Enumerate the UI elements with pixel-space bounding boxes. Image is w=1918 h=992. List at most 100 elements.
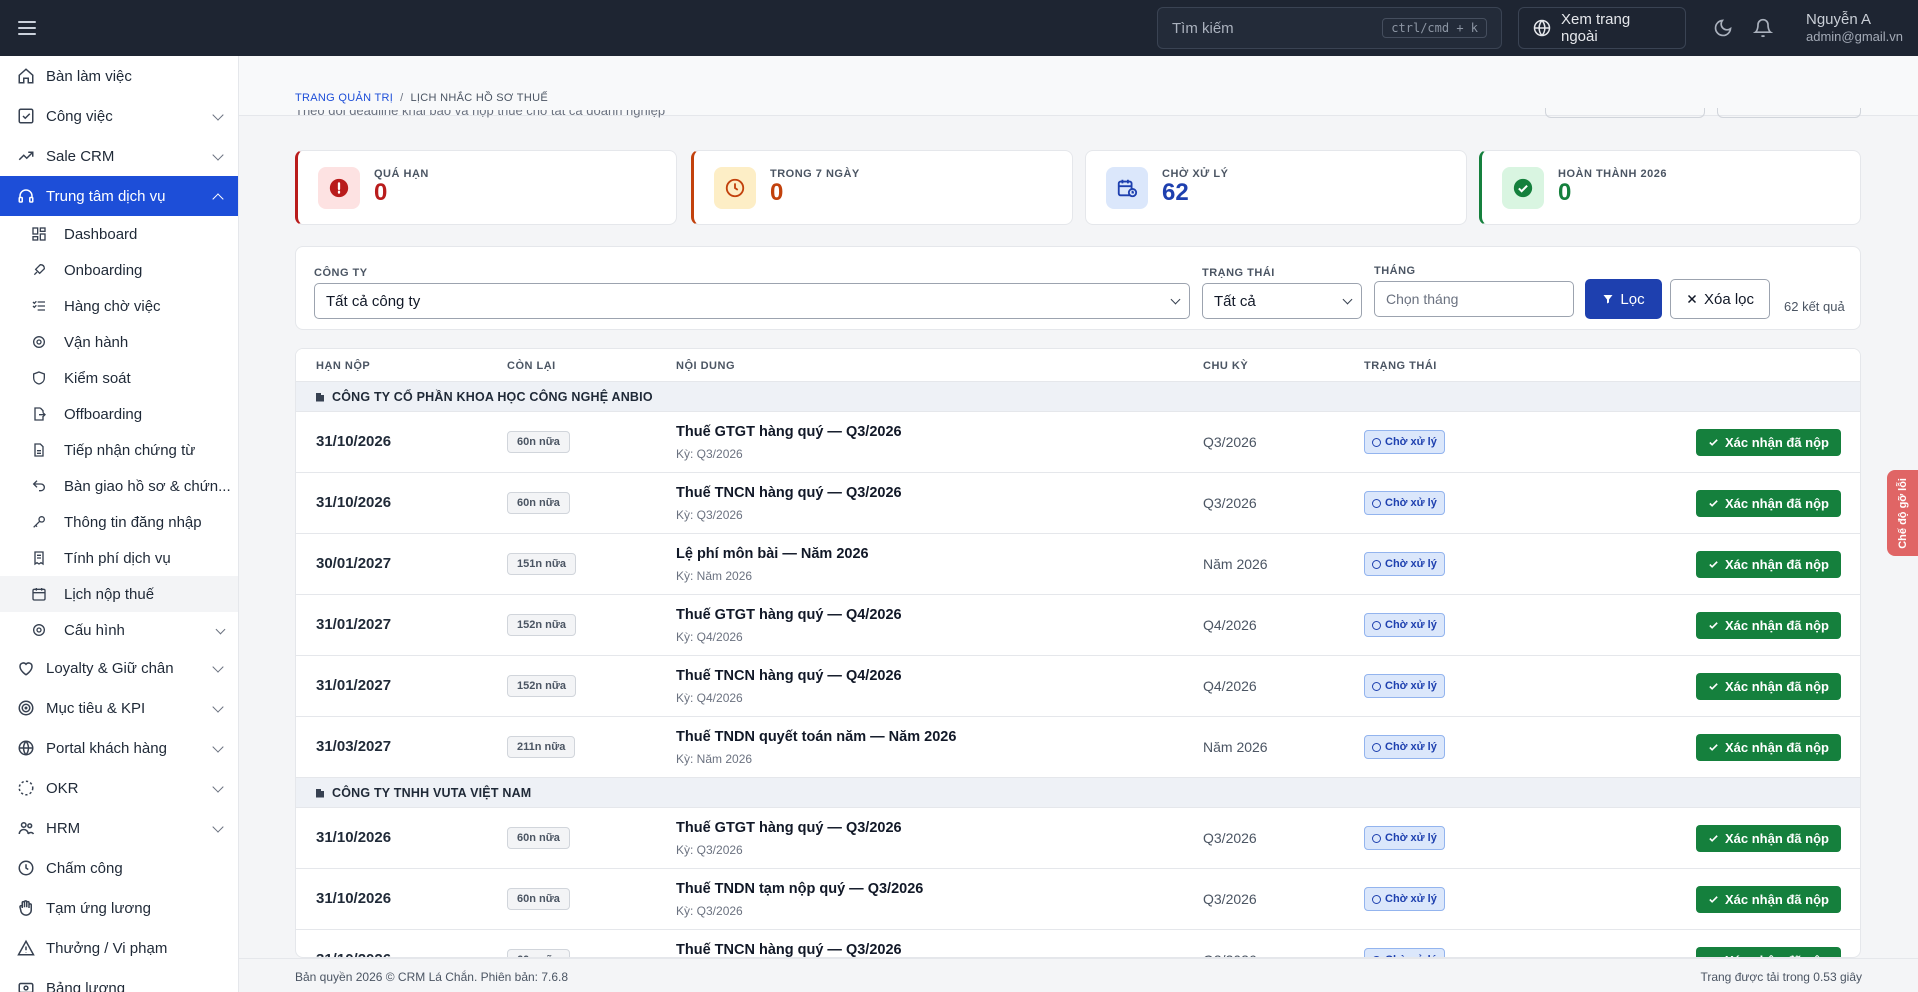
view-site-button[interactable]: Xem trang ngoài [1518, 7, 1686, 49]
sidebar-sub-offboarding[interactable]: Offboarding [0, 396, 238, 432]
tax-period-note: Kỳ: Q3/2026 [676, 904, 743, 918]
bell-icon[interactable] [1753, 18, 1773, 38]
column-header[interactable]: Còn lại [507, 360, 556, 372]
confirm-submitted-button[interactable]: Xác nhận đã nộp [1696, 612, 1841, 639]
sidebar-sub-operations[interactable]: Vận hành [0, 324, 238, 360]
company-select[interactable]: Tất cả công ty [314, 283, 1190, 319]
column-header[interactable]: Chu kỳ [1203, 360, 1248, 372]
remaining-badge: 60n nữa [507, 949, 570, 957]
tax-title: Thuế TNDN tạm nộp quý — Q3/2026 [676, 881, 924, 897]
check-icon [1709, 683, 1718, 690]
sidebar-item-kpi[interactable]: Mục tiêu & KPI [0, 688, 238, 728]
due-date: 31/03/2027 [316, 738, 392, 755]
sidebar-sub-label: Hàng chờ việc [64, 297, 161, 315]
confirm-submitted-button[interactable]: Xác nhận đã nộp [1696, 429, 1841, 456]
status-text: Chờ xử lý [1385, 558, 1437, 570]
status-text: Chờ xử lý [1385, 741, 1437, 753]
confirm-submitted-button[interactable]: Xác nhận đã nộp [1696, 947, 1841, 957]
status-text: Chờ xử lý [1385, 832, 1437, 844]
sidebar-sub-login-info[interactable]: Thông tin đăng nhập [0, 504, 238, 540]
filter-button[interactable]: Lọc [1585, 279, 1662, 319]
remaining-badge: 60n nữa [507, 492, 570, 514]
status-text: Chờ xử lý [1385, 893, 1437, 905]
confirm-submitted-button[interactable]: Xác nhận đã nộp [1696, 886, 1841, 913]
sidebar-item-label: Mục tiêu & KPI [46, 699, 146, 717]
sidebar-sub-label: Bàn giao hồ sơ & chứn... [64, 477, 231, 495]
confirm-submitted-button[interactable]: Xác nhận đã nộp [1696, 551, 1841, 578]
sidebar-item-label: Công việc [46, 107, 113, 125]
clear-filter-button[interactable]: Xóa lọc [1670, 279, 1770, 319]
confirm-label: Xác nhận đã nộp [1724, 892, 1829, 907]
menu-icon[interactable] [18, 18, 36, 38]
undo-icon [30, 477, 48, 495]
confirm-submitted-button[interactable]: Xác nhận đã nộp [1696, 734, 1841, 761]
search-input[interactable]: Tìm kiếm ctrl/cmd + k [1157, 7, 1502, 49]
column-header[interactable]: Nội dung [676, 360, 735, 372]
header-action-button[interactable] [1717, 108, 1861, 118]
status-badge: Chờ xử lý [1364, 948, 1445, 957]
confirm-submitted-button[interactable]: Xác nhận đã nộp [1696, 490, 1841, 517]
sidebar-sub-config[interactable]: Cấu hình [0, 612, 238, 648]
confirm-label: Xác nhận đã nộp [1724, 831, 1829, 846]
sidebar-sub-onboarding[interactable]: Onboarding [0, 252, 238, 288]
sidebar-item-loyalty[interactable]: Loyalty & Giữ chân [0, 648, 238, 688]
header-action-button[interactable] [1545, 108, 1705, 118]
stat-label: Trong 7 ngày [770, 168, 860, 181]
calendar-clock-icon [1106, 166, 1148, 209]
sidebar-item-okr[interactable]: OKR [0, 768, 238, 808]
sidebar-sub-billing[interactable]: Tính phí dịch vụ [0, 540, 238, 576]
status-select-value: Tất cả [1214, 292, 1256, 310]
sidebar-item-sale-crm[interactable]: Sale CRM [0, 136, 238, 176]
filter-panel: Công ty Tất cả công ty Trạng thái Tất cả… [295, 246, 1861, 330]
sidebar-item-attendance[interactable]: Chấm công [0, 848, 238, 888]
company-group-row: CÔNG TY CỔ PHẦN KHOA HỌC CÔNG NGHỆ ANBIO [296, 382, 1860, 412]
tax-title: Lệ phí môn bài — Năm 2026 [676, 546, 869, 562]
tax-period-note: Kỳ: Q3/2026 [676, 508, 743, 522]
confirm-submitted-button[interactable]: Xác nhận đã nộp [1696, 673, 1841, 700]
sidebar-sub-handover[interactable]: Bàn giao hồ sơ & chứn... [0, 468, 238, 504]
key-icon [30, 513, 48, 531]
sidebar-item-label: Bảng lương [46, 979, 126, 992]
sidebar-item-tasks[interactable]: Công việc [0, 96, 238, 136]
user-menu[interactable]: Nguyễn A admin@gmail.vn [1806, 11, 1903, 45]
sidebar-sub-queue[interactable]: Hàng chờ việc [0, 288, 238, 324]
column-header[interactable]: Trạng thái [1364, 360, 1437, 372]
stat-card-pending: Chờ xử lý 62 [1085, 150, 1467, 225]
debug-mode-tab[interactable]: Chế độ gỡ lỗi [1887, 470, 1918, 556]
sidebar-item-payroll[interactable]: Bảng lương [0, 968, 238, 992]
confirm-label: Xác nhận đã nộp [1724, 740, 1829, 755]
sidebar-item-rewards[interactable]: Thưởng / Vi phạm [0, 928, 238, 968]
sidebar-item-service-center[interactable]: Trung tâm dịch vụ [0, 176, 238, 216]
chevron-down-icon [1342, 294, 1353, 305]
globe-icon [1533, 19, 1551, 37]
month-input[interactable]: Chọn tháng [1374, 281, 1574, 317]
sidebar-item-salary-advance[interactable]: Tạm ứng lương [0, 888, 238, 928]
status-select[interactable]: Tất cả [1202, 283, 1362, 319]
sidebar-sub-dashboard[interactable]: Dashboard [0, 216, 238, 252]
close-icon [1687, 294, 1696, 304]
stat-value: 0 [374, 179, 388, 207]
sidebar-item-portal[interactable]: Portal khách hàng [0, 728, 238, 768]
pending-icon [1372, 559, 1381, 569]
filter-button-label: Lọc [1620, 290, 1645, 308]
status-badge: Chờ xử lý [1364, 887, 1445, 911]
sidebar-item-workspace[interactable]: Bàn làm việc [0, 56, 238, 96]
confirm-label: Xác nhận đã nộp [1724, 435, 1829, 450]
status-text: Chờ xử lý [1385, 497, 1437, 509]
column-header[interactable]: Hạn nộp [316, 360, 370, 372]
company-name: CÔNG TY CỔ PHẦN KHOA HỌC CÔNG NGHỆ ANBIO [332, 389, 653, 404]
sidebar-sub-label: Offboarding [64, 405, 143, 423]
sidebar-item-hrm[interactable]: HRM [0, 808, 238, 848]
table-row: 31/10/2026 60n nữa Thuế TNDN tạm nộp quý —… [296, 869, 1860, 930]
stat-card-week: Trong 7 ngày 0 [691, 150, 1073, 225]
status-badge: Chờ xử lý [1364, 735, 1445, 759]
list-check-icon [30, 297, 48, 315]
sidebar-sub-documents[interactable]: Tiếp nhận chứng từ [0, 432, 238, 468]
breadcrumb-link[interactable]: Trang quản trị [295, 92, 393, 104]
calendar-icon [30, 585, 48, 603]
sidebar-sub-control[interactable]: Kiểm soát [0, 360, 238, 396]
sidebar-sub-tax-calendar[interactable]: Lịch nộp thuế [0, 576, 238, 612]
table-row: 31/03/2027 211n nữa Thuế TNDN quyết toán n… [296, 717, 1860, 778]
confirm-submitted-button[interactable]: Xác nhận đã nộp [1696, 825, 1841, 852]
moon-icon[interactable] [1713, 18, 1733, 38]
